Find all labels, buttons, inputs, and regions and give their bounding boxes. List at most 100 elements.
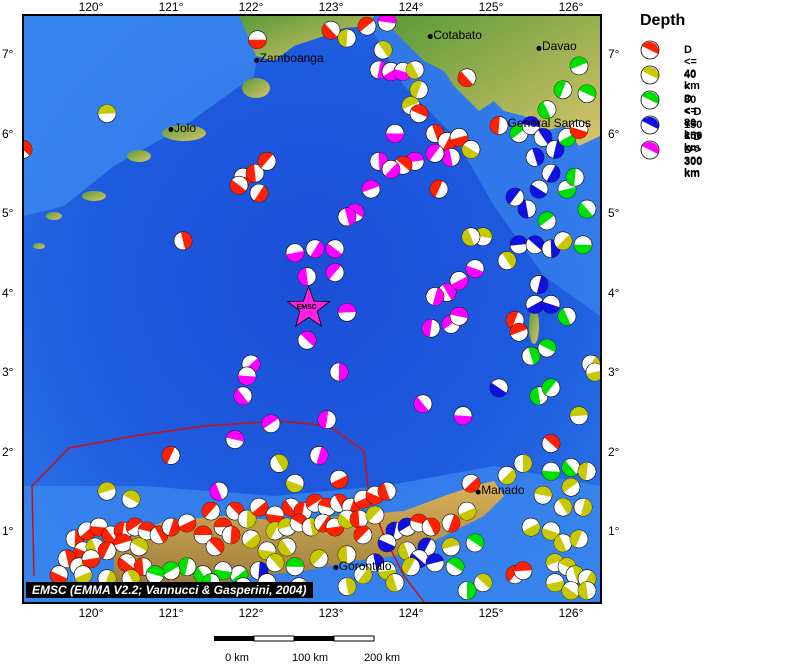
focal-mechanism-9[interactable] <box>405 60 425 80</box>
focal-mechanism-156[interactable] <box>201 501 221 521</box>
focal-mechanism-37[interactable] <box>541 163 561 183</box>
focal-mechanism-73[interactable] <box>533 485 553 505</box>
focal-mechanism-112[interactable] <box>297 330 317 350</box>
focal-mechanism-131[interactable] <box>229 175 249 195</box>
focal-mechanism-54[interactable] <box>541 295 561 314</box>
focal-mechanism-178[interactable] <box>349 509 369 529</box>
focal-mechanism-22[interactable] <box>381 159 401 179</box>
focal-mechanism-98[interactable] <box>425 287 445 306</box>
focal-mechanism-65[interactable] <box>569 406 589 426</box>
focal-mechanism-192[interactable] <box>377 533 397 553</box>
focal-mechanism-127[interactable] <box>121 489 141 509</box>
focal-mechanism-154[interactable] <box>117 553 137 573</box>
focal-mechanism-110[interactable] <box>325 263 345 282</box>
focal-mechanism-55[interactable] <box>557 307 577 326</box>
focal-mechanism-123[interactable] <box>285 473 305 493</box>
focal-mechanism-2[interactable] <box>337 28 357 48</box>
focal-mechanism-148[interactable] <box>97 541 117 561</box>
focal-mechanism-195[interactable] <box>441 537 461 557</box>
focal-mechanism-78[interactable] <box>553 533 573 553</box>
focal-mechanism-35[interactable] <box>577 84 597 104</box>
focal-mechanism-134[interactable] <box>97 104 117 123</box>
focal-mechanism-53[interactable] <box>525 295 545 314</box>
focal-mechanism-121[interactable] <box>309 446 329 465</box>
focal-mechanism-160[interactable] <box>249 497 269 517</box>
focal-mechanism-108[interactable] <box>325 239 345 259</box>
focal-mechanism-106[interactable] <box>305 239 325 259</box>
focal-mechanism-225[interactable] <box>353 525 373 545</box>
focal-mechanism-39[interactable] <box>529 179 549 199</box>
focal-mechanism-133[interactable] <box>257 152 277 171</box>
focal-mechanism-5[interactable] <box>373 40 393 60</box>
focal-mechanism-120[interactable] <box>269 454 289 473</box>
focal-mechanism-68[interactable] <box>497 466 517 485</box>
focal-mechanism-101[interactable] <box>461 227 481 247</box>
focal-mechanism-46[interactable] <box>573 235 593 255</box>
focal-mechanism-3[interactable] <box>357 16 377 36</box>
focal-mechanism-126[interactable] <box>97 481 117 501</box>
focal-mechanism-216[interactable] <box>385 573 405 592</box>
focal-mechanism-218[interactable] <box>425 553 445 573</box>
focal-mechanism-57[interactable] <box>509 322 529 342</box>
focal-mechanism-62[interactable] <box>489 378 509 398</box>
focal-mechanism-91[interactable] <box>461 473 481 493</box>
focal-mechanism-17[interactable] <box>441 148 461 167</box>
focal-mechanism-190[interactable] <box>441 513 461 533</box>
focal-mechanism-23[interactable] <box>385 124 405 143</box>
focal-mechanism-116[interactable] <box>233 386 253 406</box>
focal-mechanism-153[interactable] <box>81 549 101 569</box>
focal-mechanism-118[interactable] <box>261 414 281 433</box>
focal-mechanism-182[interactable] <box>221 525 241 545</box>
focal-mechanism-4[interactable] <box>377 16 397 32</box>
focal-mechanism-100[interactable] <box>465 259 485 278</box>
focal-mechanism-25[interactable] <box>489 116 509 135</box>
focal-mechanism-51[interactable] <box>497 251 517 270</box>
focal-mechanism-34[interactable] <box>569 56 589 76</box>
focal-mechanism-115[interactable] <box>237 366 257 386</box>
focal-mechanism-58[interactable] <box>537 338 557 358</box>
focal-mechanism-12[interactable] <box>409 104 429 123</box>
focal-mechanism-204[interactable] <box>265 553 285 573</box>
focal-mechanism-84[interactable] <box>545 573 565 592</box>
focal-mechanism-59[interactable] <box>521 346 541 366</box>
focal-mechanism-96[interactable] <box>449 307 469 326</box>
focal-mechanism-10[interactable] <box>409 80 429 100</box>
focal-mechanism-119[interactable] <box>225 430 245 449</box>
focal-mechanism-67[interactable] <box>513 454 533 473</box>
focal-mechanism-219[interactable] <box>445 557 465 577</box>
focal-mechanism-196[interactable] <box>465 533 485 553</box>
focal-mechanism-24[interactable] <box>457 68 477 88</box>
focal-mechanism-107[interactable] <box>285 243 305 263</box>
focal-mechanism-170[interactable] <box>377 481 397 501</box>
focal-mechanism-79[interactable] <box>569 529 589 549</box>
focal-mechanism-69[interactable] <box>541 462 561 481</box>
focal-mechanism-16[interactable] <box>461 140 481 159</box>
focal-mechanism-111[interactable] <box>337 303 357 322</box>
focal-mechanism-145[interactable] <box>177 513 197 533</box>
focal-mechanism-47[interactable] <box>577 199 597 219</box>
focal-mechanism-103[interactable] <box>361 179 381 199</box>
focal-mechanism-52[interactable] <box>529 275 549 294</box>
focal-mechanism-92[interactable] <box>453 406 473 426</box>
focal-mechanism-45[interactable] <box>553 231 573 251</box>
focal-mechanism-86[interactable] <box>577 581 597 600</box>
focal-mechanism-128[interactable] <box>173 231 193 251</box>
focal-mechanism-49[interactable] <box>537 211 557 231</box>
focal-mechanism-129[interactable] <box>249 183 269 203</box>
focal-mechanism-105[interactable] <box>337 207 357 227</box>
focal-mechanism-93[interactable] <box>413 394 433 414</box>
focal-mechanism-144[interactable] <box>161 517 181 537</box>
focal-mechanism-99[interactable] <box>449 271 469 290</box>
focal-mechanism-70[interactable] <box>561 458 581 477</box>
focal-mechanism-89[interactable] <box>473 573 493 592</box>
focal-mechanism-66[interactable] <box>541 434 561 453</box>
focal-mechanism-109[interactable] <box>297 267 317 286</box>
focal-mechanism-125[interactable] <box>161 446 181 465</box>
focal-mechanism-124[interactable] <box>209 481 229 501</box>
focal-mechanism-48[interactable] <box>565 167 585 187</box>
focal-mechanism-202[interactable] <box>309 549 329 569</box>
focal-mechanism-217[interactable] <box>401 557 421 577</box>
focal-mechanism-179[interactable] <box>365 505 385 525</box>
focal-mechanism-113[interactable] <box>329 362 349 382</box>
focal-mechanism-94[interactable] <box>421 318 441 338</box>
